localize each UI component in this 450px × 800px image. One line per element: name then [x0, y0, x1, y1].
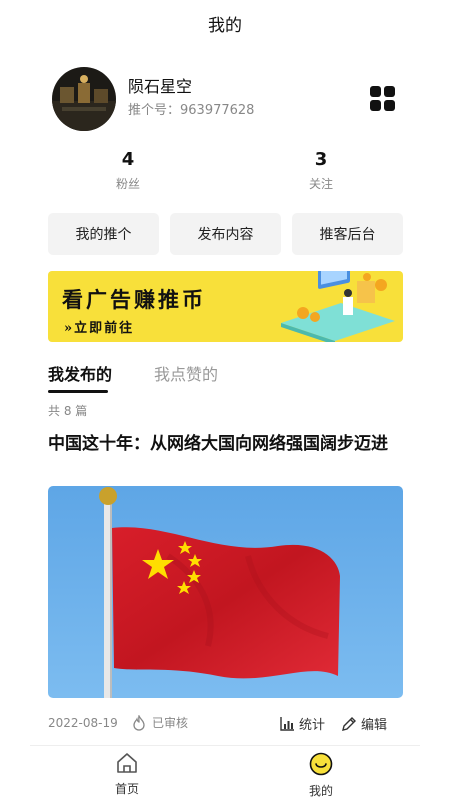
post-edit-button[interactable]: 编辑 [341, 714, 387, 733]
post-edit-label: 编辑 [361, 718, 388, 733]
smile-icon [309, 752, 333, 780]
banner-subtitle[interactable]: »立即前往 [64, 317, 134, 336]
following-count: 3 [314, 149, 328, 170]
my-push-button[interactable]: 我的推个 [48, 213, 159, 255]
tabbar-mine[interactable]: 我的 [291, 752, 351, 799]
backend-button[interactable]: 推客后台 [292, 213, 403, 255]
post-date: 2022-08-19 [48, 716, 118, 730]
fire-icon [132, 714, 146, 731]
page-title: 我的 [208, 15, 242, 36]
following-label: 关注 [308, 177, 333, 191]
action-buttons: 我的推个 发布内容 推客后台 [48, 213, 403, 255]
tabbar-mine-label: 我的 [308, 784, 333, 798]
tab-liked[interactable]: 我点赞的 [154, 362, 218, 388]
bar-chart-icon [280, 716, 295, 731]
post-title[interactable]: 中国这十年：从网络大国向网络强国阔步迈进 [48, 432, 403, 456]
banner-title: 看广告赚推币 [62, 287, 206, 312]
post-status-label: 已审核 [152, 716, 189, 730]
post-meta: 2022-08-19 已审核 统计 编辑 [48, 714, 403, 736]
ad-banner[interactable]: 看广告赚推币 »立即前往 [48, 271, 403, 342]
tabbar-divider [30, 745, 420, 746]
tabbar-home[interactable]: 首页 [97, 752, 157, 797]
grid-icon[interactable] [370, 86, 396, 112]
fans-stat[interactable]: 4 粉丝 [88, 148, 168, 194]
publish-button[interactable]: 发布内容 [170, 213, 281, 255]
profile-id: 推个号：963977628 [128, 103, 255, 118]
post-stats-label: 统计 [299, 718, 326, 733]
post-image[interactable] [48, 486, 403, 698]
post-status: 已审核 [132, 714, 188, 731]
top-header: 我的 [0, 0, 450, 46]
avatar[interactable] [52, 67, 116, 131]
home-icon [115, 752, 139, 778]
pencil-icon [341, 716, 357, 732]
content-tabs: 我发布的 我点赞的 [48, 362, 403, 394]
profile-name: 陨石星空 [128, 77, 193, 96]
tabbar-home-label: 首页 [114, 782, 139, 796]
post-count: 共 8 篇 [48, 404, 88, 418]
banner-illustration [281, 271, 395, 342]
bottom-tabbar: 首页 我的 [0, 748, 450, 800]
fans-count: 4 [121, 149, 135, 170]
tab-underline [48, 390, 108, 393]
post-stats-button[interactable]: 统计 [280, 714, 325, 733]
fans-label: 粉丝 [115, 177, 140, 191]
profile-section: 陨石星空 推个号：963977628 [52, 66, 402, 132]
stats-row: 4 粉丝 3 关注 [48, 148, 402, 198]
following-stat[interactable]: 3 关注 [281, 148, 361, 194]
tab-published[interactable]: 我发布的 [48, 362, 112, 388]
